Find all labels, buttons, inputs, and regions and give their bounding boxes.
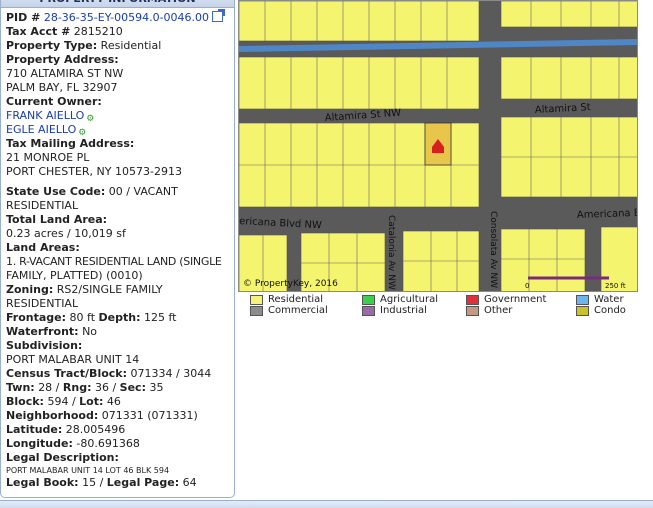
legend-swatch-residential bbox=[250, 295, 263, 305]
parcel-map[interactable]: Altamira St NW Altamira St ericana Blvd … bbox=[238, 0, 638, 292]
pid-label: PID # bbox=[6, 11, 41, 24]
current-owner-label: Current Owner: bbox=[6, 95, 102, 108]
street-label-americana-right: Americana B bbox=[577, 208, 638, 221]
legend-swatch-commercial bbox=[250, 306, 263, 316]
land-areas-label: Land Areas: bbox=[6, 241, 80, 254]
zoning-label: Zoning: bbox=[6, 283, 54, 296]
street-label-consolata: Consolata Av NW bbox=[488, 211, 498, 288]
legend-swatch-condo bbox=[576, 306, 589, 316]
pid-link[interactable]: 28-36-35-EY-00594.0-0046.00 bbox=[44, 11, 209, 24]
legend-swatch-industrial bbox=[362, 306, 375, 316]
map-canvas[interactable]: Altamira St NW Altamira St ericana Blvd … bbox=[239, 1, 638, 292]
subdivision-label: Subdivision: bbox=[6, 339, 83, 352]
twn-label: Twn: bbox=[6, 381, 35, 394]
total-land-area-value: 0.23 acres / 10,019 sf bbox=[6, 227, 126, 240]
subdivision-value: PORT MALABAR UNIT 14 bbox=[6, 353, 140, 366]
legend-label-government: Government bbox=[484, 294, 547, 305]
lot-value: 46 bbox=[106, 395, 121, 408]
land-areas-line2: FAMILY, PLATTED) (0010) bbox=[6, 269, 143, 282]
sec-value: 35 bbox=[149, 381, 164, 394]
census-value: 071334 / 3044 bbox=[130, 367, 212, 380]
scale-end-label: 250 ft bbox=[605, 282, 626, 290]
tax-mailing-line1: 21 MONROE PL bbox=[6, 151, 90, 164]
legend-swatch-water bbox=[576, 295, 589, 305]
property-address-label: Property Address: bbox=[6, 53, 119, 66]
scale-start-label: 0 bbox=[525, 282, 529, 290]
legal-book-label: Legal Book: bbox=[6, 476, 79, 489]
rng-value: 36 bbox=[94, 381, 109, 394]
property-address-line1: 710 ALTAMIRA ST NW bbox=[6, 67, 124, 80]
waterfront-value: No bbox=[82, 325, 98, 338]
state-use-code-value: 00 / VACANT bbox=[108, 185, 178, 198]
legend-label-commercial: Commercial bbox=[268, 305, 328, 316]
legend-swatch-agricultural bbox=[362, 295, 375, 305]
block-value: 594 bbox=[47, 395, 69, 408]
waterfront-label: Waterfront: bbox=[6, 325, 79, 338]
legend-label-condo: Condo bbox=[594, 305, 626, 316]
depth-value: 125 ft bbox=[144, 311, 177, 324]
tax-acct-value: 2815210 bbox=[73, 25, 123, 38]
tax-mailing-label: Tax Mailing Address: bbox=[6, 137, 135, 150]
owner-link[interactable]: FRANK AIELLO bbox=[6, 109, 84, 122]
tax-mailing-line2: PORT CHESTER, NY 10573-2913 bbox=[6, 165, 182, 178]
owner-link[interactable]: EGLE AIELLO bbox=[6, 123, 76, 136]
legal-book-value: 15 bbox=[82, 476, 97, 489]
lot-label: Lot: bbox=[79, 395, 104, 408]
longitude-value: -80.691368 bbox=[76, 437, 140, 450]
sec-label: Sec: bbox=[119, 381, 146, 394]
state-use-code-value2: RESIDENTIAL bbox=[6, 199, 79, 212]
block-label: Block: bbox=[6, 395, 44, 408]
owner-search-icon[interactable]: ⚙ bbox=[86, 112, 96, 124]
legend-swatch-government bbox=[466, 295, 479, 305]
legend-label-agricultural: Agricultural bbox=[380, 294, 438, 305]
owner-search-icon[interactable]: ⚙ bbox=[78, 126, 88, 138]
legend-label-industrial: Industrial bbox=[380, 305, 427, 316]
latitude-label: Latitude: bbox=[6, 423, 63, 436]
property-info-panel: PROPERTY INFORMATION PID # 28-36-35-EY-0… bbox=[0, 0, 235, 498]
zoning-value: RS2/SINGLE FAMILY bbox=[56, 283, 163, 296]
neighborhood-value: 071331 (071331) bbox=[101, 409, 198, 422]
rng-label: Rng: bbox=[62, 381, 92, 394]
legal-desc-value: PORT MALABAR UNIT 14 LOT 46 BLK 594 bbox=[6, 466, 170, 475]
legal-page-label: Legal Page: bbox=[106, 476, 180, 489]
latitude-value: 28.005496 bbox=[65, 423, 126, 436]
tax-acct-label: Tax Acct # bbox=[6, 25, 71, 38]
external-link-icon[interactable] bbox=[212, 9, 226, 22]
depth-label: Depth: bbox=[98, 311, 141, 324]
frontage-label: Frontage: bbox=[6, 311, 67, 324]
legend-label-residential: Residential bbox=[268, 294, 324, 305]
total-land-area-label: Total Land Area: bbox=[6, 213, 108, 226]
land-areas-line1: 1. R-VACANT RESIDENTIAL LAND (SINGLE bbox=[6, 255, 222, 268]
map-copyright: © PropertyKey, 2016 bbox=[243, 279, 338, 289]
property-type-value: Residential bbox=[100, 39, 162, 52]
neighborhood-label: Neighborhood: bbox=[6, 409, 99, 422]
state-use-code-label: State Use Code: bbox=[6, 185, 106, 198]
legal-desc-label: Legal Description: bbox=[6, 451, 119, 464]
census-label: Census Tract/Block: bbox=[6, 367, 128, 380]
panel-header: PROPERTY INFORMATION bbox=[1, 0, 234, 8]
longitude-label: Longitude: bbox=[6, 437, 73, 450]
map-legend: Residential Commercial Agricultural Indu… bbox=[238, 293, 638, 319]
legal-page-value: 64 bbox=[182, 476, 197, 489]
pid-row: PID # 28-36-35-EY-00594.0-0046.00 bbox=[6, 9, 234, 25]
legend-label-water: Water bbox=[594, 294, 624, 305]
street-label-catalonia: Catalonia Av NW bbox=[386, 215, 396, 290]
zoning-value2: RESIDENTIAL bbox=[6, 297, 79, 310]
legend-swatch-other bbox=[466, 306, 479, 316]
property-details: PID # 28-36-35-EY-00594.0-0046.00 Tax Ac… bbox=[6, 9, 234, 490]
frontage-value: 80 ft bbox=[69, 311, 96, 324]
property-type-label: Property Type: bbox=[6, 39, 98, 52]
property-address-line2: PALM BAY, FL 32907 bbox=[6, 81, 118, 94]
legend-label-other: Other bbox=[484, 305, 513, 316]
twn-value: 28 bbox=[38, 381, 53, 394]
